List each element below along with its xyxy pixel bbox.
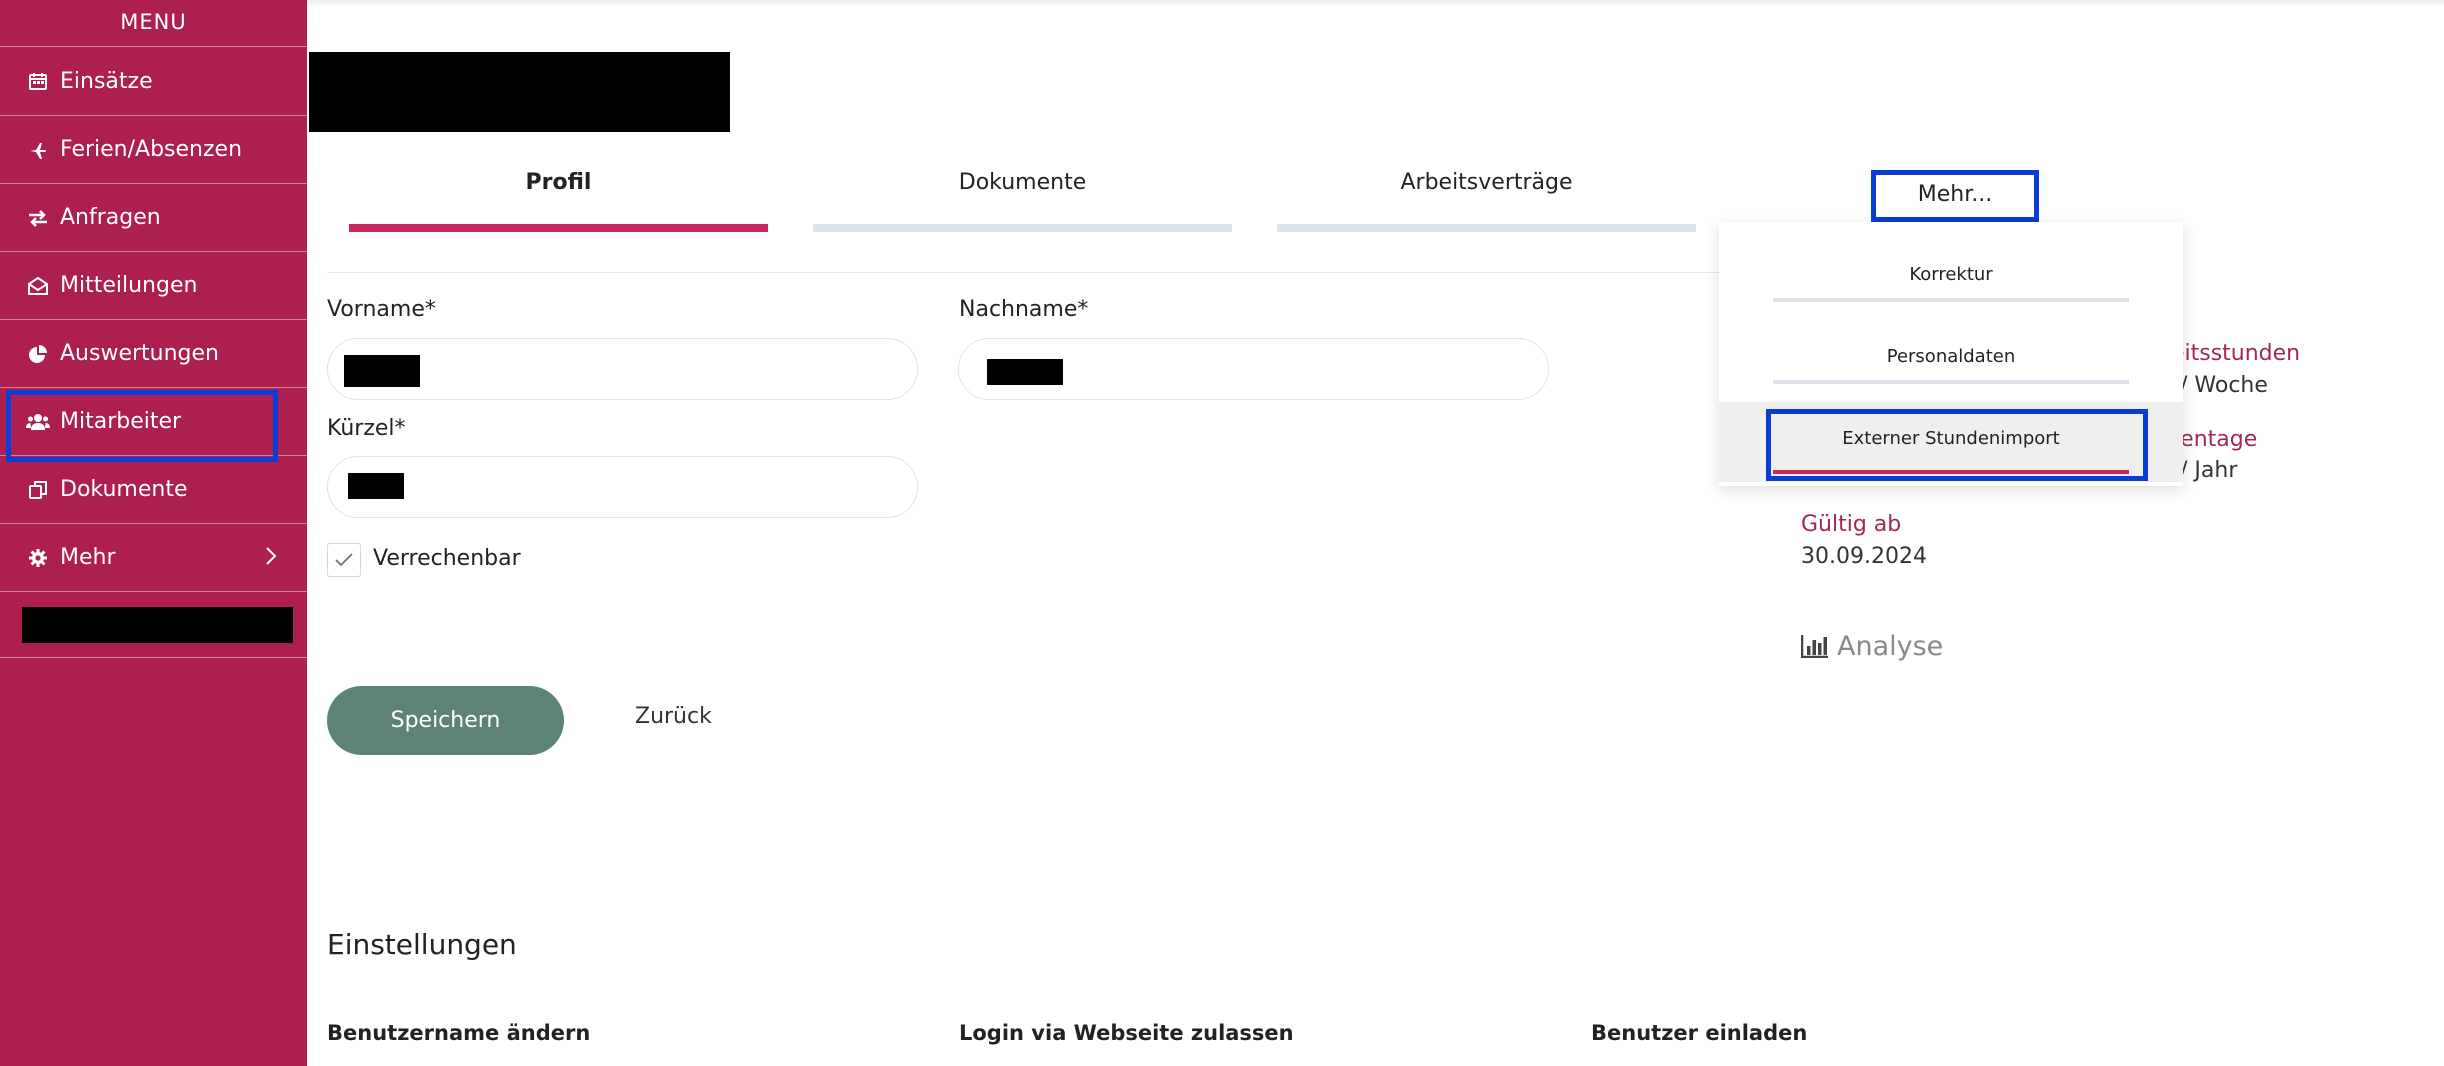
verrechenbar-label: Verrechenbar <box>373 546 521 571</box>
sidebar-item-mitarbeiter[interactable]: Mitarbeiter <box>0 388 307 462</box>
redacted-value <box>987 359 1063 385</box>
invite-user-heading: Benutzer einladen <box>1591 1021 1808 1045</box>
sidebar-item-label: Einsätze <box>60 68 153 94</box>
sidebar-item-label: Mehr <box>60 545 116 570</box>
top-shadow <box>307 0 2444 8</box>
menu-item-label: Personaldaten <box>1886 346 2016 367</box>
tab-label: Dokumente <box>958 170 1087 195</box>
menu-item-externer-stundenimport[interactable]: Externer Stundenimport <box>1719 402 2183 482</box>
menu-item-personaldaten[interactable]: Personaldaten <box>1719 304 2183 384</box>
redacted-value <box>344 355 420 387</box>
menu-item-label: Externer Stundenimport <box>1842 428 2060 449</box>
tab-profil[interactable]: Profil <box>349 170 768 232</box>
arbeitsstunden-value: / Woche <box>2180 373 2268 398</box>
tab-arbeitsvertraege[interactable]: Arbeitsverträge <box>1277 170 1696 232</box>
save-button[interactable]: Speichern <box>327 686 564 755</box>
ferientage-value: / Jahr <box>2180 458 2238 483</box>
menu-item-label: Korrektur <box>1909 264 1993 285</box>
kuerzel-label: Kürzel* <box>327 416 406 441</box>
nachname-field[interactable] <box>958 338 1549 400</box>
gear-icon <box>26 546 50 570</box>
menu-item-korrektur[interactable]: Korrektur <box>1719 222 2183 302</box>
sidebar-item-anfragen[interactable]: Anfragen <box>0 184 307 252</box>
sidebar-item-auswertungen[interactable]: Auswertungen <box>0 320 307 388</box>
analyse-label: Analyse <box>1837 631 1944 662</box>
tab-label: Arbeitsverträge <box>1400 170 1573 195</box>
envelope-open-icon <box>26 274 50 298</box>
sidebar-item-label: Anfragen <box>60 205 161 230</box>
gueltig-ab-value: 30.09.2024 <box>1801 544 1927 569</box>
main-content: Profil Dokumente Arbeitsverträge Mehr...… <box>307 0 2444 1066</box>
menu-title: MENU <box>0 0 307 47</box>
sidebar-item-label: Auswertungen <box>60 341 219 366</box>
sidebar-item-label: Ferien/Absenzen <box>60 137 243 162</box>
tab-label: Profil <box>525 170 592 195</box>
settings-title: Einstellungen <box>327 928 517 961</box>
pie-chart-icon <box>26 342 50 366</box>
users-icon <box>26 410 50 434</box>
verrechenbar-checkbox[interactable] <box>327 543 361 577</box>
sidebar-item-mitteilungen[interactable]: Mitteilungen <box>0 252 307 320</box>
sidebar-item-einsaetze[interactable]: Einsätze <box>0 47 307 116</box>
kuerzel-field[interactable] <box>327 456 918 518</box>
sidebar-item-mehr[interactable]: Mehr <box>0 524 307 592</box>
swap-arrows-icon <box>26 206 50 230</box>
tab-underline <box>1277 224 1696 232</box>
checkmark-icon <box>335 553 353 567</box>
plane-icon <box>26 138 50 162</box>
sidebar-item-dokumente[interactable]: Dokumente <box>0 456 307 524</box>
tab-underline <box>813 224 1232 232</box>
menu-item-underline <box>1773 298 2129 302</box>
nachname-label: Nachname* <box>959 297 1089 322</box>
chevron-right-icon <box>265 546 277 572</box>
more-tab-button[interactable]: Mehr... <box>1871 170 2039 222</box>
tab-underline <box>349 224 768 232</box>
sidebar: MENU Einsätze Ferien/Absenzen Anfragen M… <box>0 0 307 1066</box>
change-username-heading: Benutzername ändern <box>327 1021 591 1045</box>
sidebar-item-label: Mitteilungen <box>60 273 198 298</box>
vorname-label: Vorname* <box>327 297 436 322</box>
sidebar-item-ferien-absenzen[interactable]: Ferien/Absenzen <box>0 116 307 184</box>
redacted-value <box>348 473 404 499</box>
web-login-heading: Login via Webseite zulassen <box>959 1021 1294 1045</box>
menu-item-underline <box>1773 380 2129 384</box>
redacted-page-title <box>309 52 730 132</box>
sidebar-item-label: Dokumente <box>60 477 188 502</box>
analyse-link[interactable]: Analyse <box>1800 631 1944 662</box>
more-dropdown-menu: Korrektur Personaldaten Externer Stunden… <box>1719 222 2183 486</box>
calendar-icon <box>26 69 50 93</box>
bar-chart-icon <box>1800 634 1829 660</box>
sidebar-item-label: Mitarbeiter <box>60 409 182 434</box>
gueltig-ab-label: Gültig ab <box>1801 512 1902 537</box>
tab-dokumente[interactable]: Dokumente <box>813 170 1232 232</box>
vorname-field[interactable] <box>327 338 918 400</box>
sidebar-user[interactable] <box>0 592 307 658</box>
copy-icon <box>26 478 50 502</box>
redacted-username <box>22 606 293 643</box>
menu-item-underline <box>1773 470 2129 474</box>
back-button[interactable]: Zurück <box>635 704 712 729</box>
